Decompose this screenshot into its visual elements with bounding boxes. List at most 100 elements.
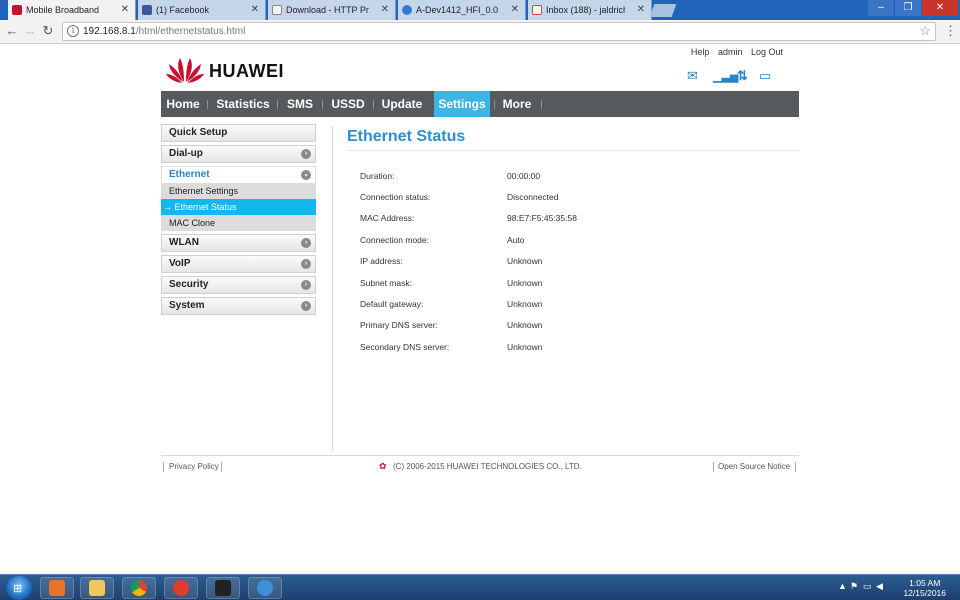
info-icon[interactable]: i bbox=[67, 25, 79, 37]
row-value: Auto bbox=[507, 235, 525, 245]
row-value: Unknown bbox=[507, 320, 543, 330]
tab-download-http-proxy[interactable]: Download - HTTP Proxy ✕ bbox=[268, 0, 396, 20]
sidebar-item-quick-setup[interactable]: Quick Setup bbox=[161, 124, 316, 142]
clock-time: 1:05 AM bbox=[909, 578, 941, 588]
cloud-favicon-icon bbox=[402, 5, 412, 15]
bookmark-star-icon[interactable]: ☆ bbox=[919, 23, 931, 39]
chevron-right-icon: › bbox=[301, 280, 311, 290]
tab-facebook[interactable]: (1) Facebook ✕ bbox=[138, 0, 266, 20]
facebook-favicon-icon bbox=[142, 5, 152, 15]
sidebar-item-dialup[interactable]: Dial-up › bbox=[161, 145, 316, 163]
taskbar-clock[interactable]: 1:05 AM 12/15/2016 bbox=[903, 578, 946, 598]
close-window-button[interactable]: ✕ bbox=[922, 0, 958, 16]
tab-title: (1) Facebook bbox=[156, 5, 210, 15]
close-tab-icon[interactable]: ✕ bbox=[637, 0, 645, 20]
row-value: Disconnected bbox=[507, 192, 559, 202]
status-row-secondary-dns: Secondary DNS server: Unknown bbox=[360, 342, 760, 356]
browser-tab-bar: Mobile Broadband ✕ (1) Facebook ✕ Downlo… bbox=[0, 0, 960, 20]
windows-logo-icon: ⊞ bbox=[13, 583, 23, 595]
close-tab-icon[interactable]: ✕ bbox=[121, 0, 129, 20]
taskbar-chrome[interactable] bbox=[122, 577, 156, 599]
red-swirl-icon bbox=[173, 580, 189, 596]
close-tab-icon[interactable]: ✕ bbox=[251, 0, 259, 20]
browser-menu-icon[interactable]: ⋮ bbox=[944, 23, 957, 39]
taskbar-network-app[interactable] bbox=[248, 577, 282, 599]
clock-date: 12/15/2016 bbox=[903, 588, 946, 598]
footer-separator bbox=[163, 462, 164, 472]
sidebar-subitem-ethernet-status[interactable]: → Ethernet Status bbox=[161, 199, 316, 215]
reload-icon[interactable]: ↻ bbox=[40, 23, 56, 39]
signal-strength-icon: ▁▃▅ bbox=[713, 71, 739, 83]
row-label: Default gateway: bbox=[360, 299, 424, 309]
nav-more[interactable]: More bbox=[498, 91, 536, 117]
tab-a-dev1412[interactable]: A-Dev1412_HFI_0.0.0.8 ✕ bbox=[398, 0, 526, 20]
start-button[interactable]: ⊞ bbox=[6, 576, 32, 600]
new-tab-button[interactable] bbox=[649, 4, 677, 17]
windows-taskbar: ⊞ ▲ ⚑ ▭ ◀ 1:05 AM 12/15/2016 bbox=[0, 574, 960, 600]
gmail-favicon-icon bbox=[532, 5, 542, 15]
user-name: admin bbox=[717, 47, 743, 57]
show-hidden-icons-icon[interactable]: ▲ bbox=[838, 581, 847, 591]
close-tab-icon[interactable]: ✕ bbox=[511, 0, 519, 20]
network-icon[interactable]: ▭ bbox=[863, 581, 872, 592]
sidebar-item-ethernet[interactable]: Ethernet ⌄ bbox=[161, 166, 316, 184]
taskbar-media-player[interactable] bbox=[40, 577, 74, 599]
tab-mobile-broadband[interactable]: Mobile Broadband ✕ bbox=[8, 0, 136, 20]
row-label: Connection mode: bbox=[360, 235, 429, 245]
flag-icon[interactable]: ⚑ bbox=[850, 581, 858, 592]
nav-sms[interactable]: SMS bbox=[283, 91, 317, 117]
sidebar-subitem-mac-clone[interactable]: MAC Clone bbox=[161, 215, 316, 231]
taskbar-app-red[interactable] bbox=[164, 577, 198, 599]
media-player-icon bbox=[49, 580, 65, 596]
open-source-notice-link[interactable]: Open Source Notice bbox=[718, 462, 790, 471]
main-navigation: Home Statistics SMS USSD Update Settings… bbox=[161, 91, 799, 117]
row-label: MAC Address: bbox=[360, 213, 415, 223]
chrome-icon bbox=[131, 580, 147, 596]
huawei-small-logo-icon: ✿ bbox=[379, 461, 387, 471]
sidebar-item-security[interactable]: Security › bbox=[161, 276, 316, 294]
nav-ussd[interactable]: USSD bbox=[327, 91, 369, 117]
sidebar-item-system[interactable]: System › bbox=[161, 297, 316, 315]
message-envelope-icon[interactable]: ✉ bbox=[687, 68, 698, 84]
huawei-favicon-icon bbox=[12, 5, 22, 15]
row-label: Duration: bbox=[360, 171, 395, 181]
close-tab-icon[interactable]: ✕ bbox=[381, 0, 389, 20]
nav-home[interactable]: Home bbox=[161, 91, 205, 117]
address-input[interactable]: i 192.168.8.1/html/ethernetstatus.html ☆ bbox=[62, 22, 936, 41]
status-row-connection-mode: Connection mode: Auto bbox=[360, 235, 760, 249]
title-divider bbox=[347, 150, 799, 151]
minimize-button[interactable]: – bbox=[868, 0, 894, 16]
help-link[interactable]: Help bbox=[691, 47, 710, 57]
sidebar-item-wlan[interactable]: WLAN › bbox=[161, 234, 316, 252]
status-row-default-gateway: Default gateway: Unknown bbox=[360, 299, 760, 313]
sidebar-item-label: Ethernet bbox=[169, 169, 210, 180]
logout-link[interactable]: Log Out bbox=[751, 47, 783, 57]
tab-gmail-inbox[interactable]: Inbox (188) - jaldrichab ✕ bbox=[528, 0, 652, 20]
row-value: Unknown bbox=[507, 278, 543, 288]
sidebar-subitem-ethernet-settings[interactable]: Ethernet Settings bbox=[161, 183, 316, 199]
nav-statistics[interactable]: Statistics bbox=[213, 91, 273, 117]
row-label: Secondary DNS server: bbox=[360, 342, 450, 352]
nav-update[interactable]: Update bbox=[377, 91, 427, 117]
volume-icon[interactable]: ◀ bbox=[876, 581, 883, 592]
footer-separator bbox=[221, 462, 222, 472]
brand-name: HUAWEI bbox=[209, 61, 284, 81]
back-arrow-icon[interactable]: ← bbox=[4, 23, 20, 39]
taskbar-app-dark[interactable] bbox=[206, 577, 240, 599]
chevron-right-icon: › bbox=[301, 149, 311, 159]
sidebar-item-voip[interactable]: VoIP › bbox=[161, 255, 316, 273]
taskbar-file-explorer[interactable] bbox=[80, 577, 114, 599]
maximize-button[interactable]: ❐ bbox=[895, 0, 921, 16]
privacy-policy-link[interactable]: Privacy Policy bbox=[169, 462, 219, 471]
nav-separator bbox=[322, 100, 323, 109]
chevron-down-icon: ⌄ bbox=[301, 170, 311, 180]
folder-icon bbox=[89, 580, 105, 596]
nav-settings[interactable]: Settings bbox=[434, 91, 490, 117]
status-row-mac-address: MAC Address: 98:E7:F5:45:35:58 bbox=[360, 213, 760, 227]
forward-arrow-icon[interactable]: → bbox=[22, 23, 38, 39]
globe-icon bbox=[257, 580, 273, 596]
row-value: Unknown bbox=[507, 299, 543, 309]
data-transfer-icon: ⇅ bbox=[737, 68, 748, 83]
router-page: Help admin Log Out HUAWEI ✉ ▁▃▅ ⇅ ▭ Home… bbox=[161, 44, 799, 574]
row-label: Subnet mask: bbox=[360, 278, 412, 288]
